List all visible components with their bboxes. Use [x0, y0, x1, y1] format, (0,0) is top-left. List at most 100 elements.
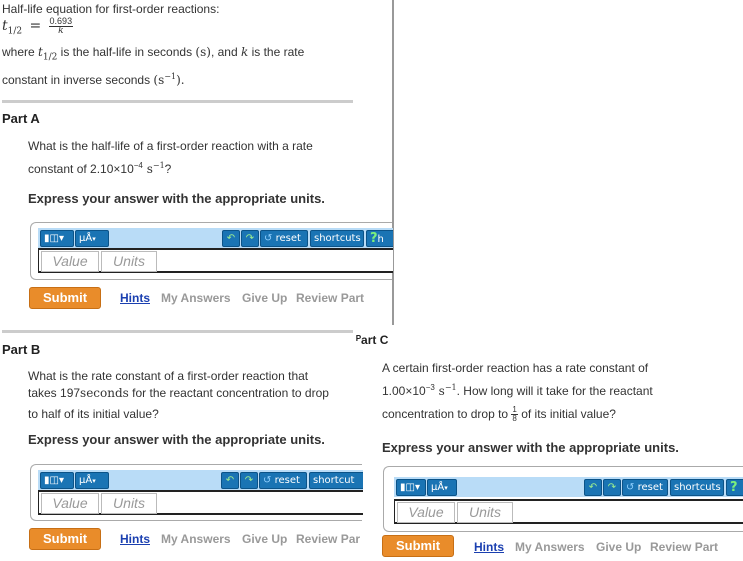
value-input[interactable]: Value — [41, 251, 99, 272]
my-answers-link[interactable]: My Answers — [515, 540, 585, 554]
reset-icon: ↺ — [626, 482, 635, 493]
vertical-divider — [392, 0, 394, 325]
undo-icon: ↶ — [225, 475, 235, 486]
text: is the rate — [248, 45, 305, 59]
question-line: What is the rate constant of a first-ord… — [28, 369, 309, 383]
part-c-question: A certain first-order reaction has a rat… — [382, 358, 722, 424]
review-part-link[interactable]: Review Part — [296, 291, 364, 305]
part-a-title: Part A — [2, 111, 40, 126]
intro-heading: Half-life equation for first-order react… — [2, 2, 220, 16]
text: where — [2, 45, 39, 59]
unit-exponent: −1 — [164, 72, 177, 82]
section-divider — [2, 330, 353, 333]
part-b-answer-panel: ▮◫▾ μÅ▾ ↶ ↷ ↺ reset shortcut Value Units — [30, 464, 363, 521]
equation-denominator: k — [58, 26, 64, 37]
shortcuts-label: shortcuts — [674, 482, 721, 493]
help-label: h — [377, 234, 384, 245]
question-line: 1.00×10−3 s−1. How long will it take for… — [382, 378, 722, 401]
templates-button[interactable]: ▮◫▾ — [40, 472, 74, 489]
unit-exponent: −1 — [152, 161, 165, 170]
templates-icon: ▮◫▾ — [44, 475, 64, 486]
question-line: What is the half-life of a first-order r… — [28, 139, 313, 153]
value-input[interactable]: Value — [41, 493, 99, 514]
redo-button[interactable]: ↷ — [603, 479, 621, 496]
undo-button[interactable]: ↶ — [221, 472, 239, 489]
answer-input-row: Value Units — [38, 248, 393, 273]
unit-exponent: −1 — [444, 383, 457, 392]
text: ? — [164, 162, 172, 176]
undo-icon: ↶ — [226, 233, 236, 244]
undo-button[interactable]: ↶ — [222, 230, 240, 247]
text: is the half-life in seconds — [57, 45, 196, 59]
text: constant in inverse seconds — [2, 73, 154, 88]
redo-icon: ↷ — [244, 475, 254, 486]
help-button[interactable]: ?h — [366, 230, 393, 247]
reset-button[interactable]: ↺ reset — [260, 230, 308, 247]
shortcuts-label: shortcuts — [314, 233, 361, 244]
shortcuts-button[interactable]: shortcut — [309, 472, 363, 489]
hints-link[interactable]: Hints — [120, 532, 150, 546]
templates-button[interactable]: ▮◫▾ — [396, 479, 426, 496]
undo-icon: ↶ — [588, 482, 598, 493]
review-part-link[interactable]: Review Par — [296, 532, 360, 546]
shortcuts-button[interactable]: shortcuts — [310, 230, 364, 247]
reset-label: reset — [274, 475, 300, 486]
intro-constant-line: constant in inverse seconds (s−1). — [2, 67, 352, 90]
units-icon: μÅ — [431, 482, 445, 493]
question-line: concentration to drop to 18 of its initi… — [382, 404, 722, 424]
part-a-question: What is the half-life of a first-order r… — [28, 136, 358, 179]
reset-button[interactable]: ↺ reset — [259, 472, 307, 489]
reset-label: reset — [637, 482, 663, 493]
templates-button[interactable]: ▮◫▾ — [40, 230, 74, 247]
give-up-link[interactable]: Give Up — [242, 532, 287, 546]
my-answers-link[interactable]: My Answers — [161, 291, 231, 305]
text: of its initial value? — [517, 407, 616, 421]
part-b-title: Part B — [2, 342, 41, 357]
give-up-link[interactable]: Give Up — [596, 540, 641, 554]
value-input[interactable]: Value — [397, 502, 455, 523]
give-up-link[interactable]: Give Up — [242, 291, 287, 305]
units-input[interactable]: Units — [457, 502, 513, 523]
equation-fraction: 0.693 k — [48, 17, 74, 37]
var-t-sub: 1/2 — [42, 52, 58, 63]
reset-button[interactable]: ↺ reset — [622, 479, 668, 496]
hints-link[interactable]: Hints — [120, 291, 150, 305]
text: for the reactant concentration to drop — [128, 386, 329, 400]
redo-icon: ↷ — [607, 482, 617, 493]
part-c-title: ᴾart C — [356, 333, 389, 347]
units-input[interactable]: Units — [101, 493, 157, 514]
redo-button[interactable]: ↷ — [241, 230, 259, 247]
answer-toolbar: ▮◫▾ μÅ▾ ↶ ↷ ↺ reset shortcuts ? — [394, 477, 743, 497]
review-part-link[interactable]: Review Part — [650, 540, 718, 554]
my-answers-link[interactable]: My Answers — [161, 532, 231, 546]
shortcuts-label: shortcut — [313, 475, 355, 486]
units-button[interactable]: μÅ▾ — [427, 479, 457, 496]
text: 1.00×10 — [382, 384, 426, 398]
help-icon: ? — [370, 231, 378, 246]
text: , and — [210, 45, 241, 59]
answer-toolbar: ▮◫▾ μÅ▾ ↶ ↷ ↺ reset shortcuts ?h — [38, 228, 393, 248]
equation-lhs-sub: 1/2 — [7, 26, 23, 37]
shortcuts-button[interactable]: shortcuts — [670, 479, 724, 496]
units-button[interactable]: μÅ▾ — [75, 472, 109, 489]
unit: (s — [153, 73, 165, 88]
redo-button[interactable]: ↷ — [240, 472, 258, 489]
part-b-submit-button[interactable]: Submit — [29, 528, 101, 550]
reset-icon: ↺ — [263, 475, 272, 486]
part-c-instruction: Express your answer with the appropriate… — [382, 440, 679, 455]
reset-label: reset — [275, 233, 301, 244]
units-button[interactable]: μÅ▾ — [75, 230, 109, 247]
part-c-answer-panel: ▮◫▾ μÅ▾ ↶ ↷ ↺ reset shortcuts ? Value Un… — [383, 466, 743, 532]
unit-s: (s) — [195, 45, 211, 59]
question-line: takes 197seconds for the reactant concen… — [28, 385, 368, 402]
part-a-submit-button[interactable]: Submit — [29, 287, 101, 309]
question-line: to half of its initial value? — [28, 407, 159, 421]
help-button[interactable]: ? — [726, 479, 743, 496]
exponent: −3 — [425, 383, 435, 392]
hints-link[interactable]: Hints — [474, 540, 504, 554]
part-c-submit-button[interactable]: Submit — [382, 535, 454, 557]
question-line: A certain first-order reaction has a rat… — [382, 361, 649, 375]
redo-icon: ↷ — [245, 233, 255, 244]
units-input[interactable]: Units — [101, 251, 157, 272]
undo-button[interactable]: ↶ — [584, 479, 602, 496]
